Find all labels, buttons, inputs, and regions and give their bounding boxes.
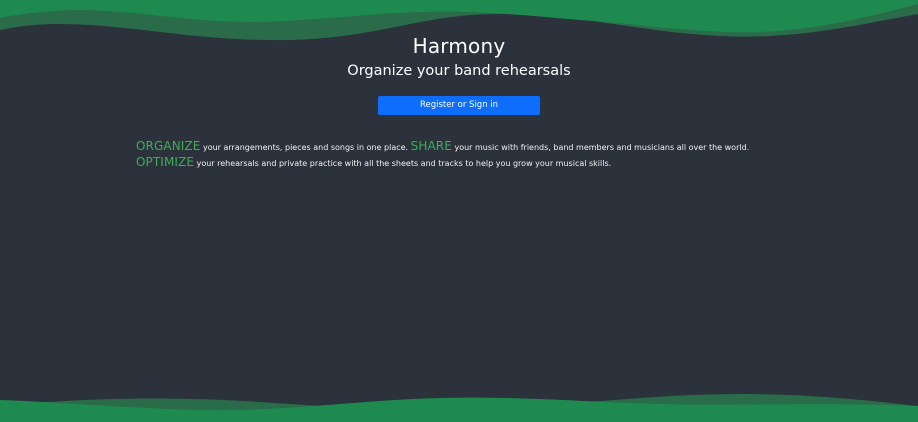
intro-paragraph: ORGANIZE your arrangements, pieces and s… [136, 139, 776, 171]
page-subtitle: Organize your band rehearsals [347, 63, 571, 79]
hero-section: Harmony Organize your band rehearsals Re… [0, 33, 918, 115]
page-title: Harmony [412, 34, 506, 58]
keyword-share: SHARE [410, 139, 452, 153]
register-signin-button[interactable]: Register or Sign in [378, 96, 540, 115]
landing-page: Harmony Organize your band rehearsals Re… [0, 0, 918, 422]
keyword-optimize: OPTIMIZE [136, 155, 195, 169]
bottom-wave-decoration [0, 394, 918, 422]
intro-text-organize: your arrangements, pieces and songs in o… [200, 143, 411, 152]
intro-text-share: your music with friends, band members an… [451, 143, 750, 152]
intro-text-optimize: your rehearsals and private practice wit… [194, 159, 612, 168]
keyword-organize: ORGANIZE [136, 139, 201, 153]
